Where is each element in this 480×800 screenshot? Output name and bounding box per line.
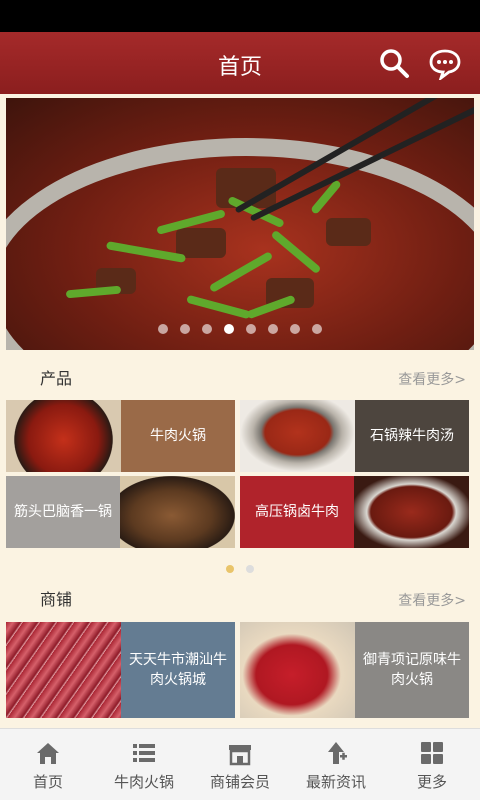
shops-more-link[interactable]: 查看更多> bbox=[398, 590, 466, 610]
tab-home[interactable]: 首页 bbox=[0, 729, 96, 800]
product-image bbox=[354, 476, 469, 548]
carousel-dot[interactable] bbox=[180, 324, 190, 334]
tab-label: 商铺会员 bbox=[209, 773, 270, 791]
carousel-dot[interactable] bbox=[268, 324, 278, 334]
shop-image bbox=[240, 622, 355, 718]
list-icon bbox=[133, 744, 155, 762]
carousel-dot[interactable] bbox=[202, 324, 212, 334]
shop-card[interactable]: 御青项记原味牛肉火锅 bbox=[240, 622, 469, 718]
carousel-dot[interactable] bbox=[290, 324, 300, 334]
shops-section-title: 商铺 bbox=[40, 590, 73, 609]
grid-icon bbox=[421, 742, 443, 764]
tab-label: 牛肉火锅 bbox=[113, 773, 174, 791]
tab-label: 最新资讯 bbox=[305, 773, 366, 791]
products-more-link[interactable]: 查看更多> bbox=[398, 369, 466, 389]
product-card[interactable]: 筋头巴脑香一锅 bbox=[6, 476, 235, 548]
product-label: 石锅辣牛肉汤 bbox=[355, 400, 469, 472]
shop-card[interactable]: 天天牛市潮汕牛肉火锅城 bbox=[6, 622, 235, 718]
product-card[interactable]: 石锅辣牛肉汤 bbox=[240, 400, 469, 472]
tab-label: 首页 bbox=[32, 773, 63, 791]
search-icon[interactable] bbox=[377, 46, 411, 80]
shop-label: 天天牛市潮汕牛肉火锅城 bbox=[121, 622, 235, 718]
product-label: 牛肉火锅 bbox=[121, 400, 235, 472]
product-image bbox=[240, 400, 355, 472]
carousel-dot[interactable] bbox=[246, 324, 256, 334]
status-bar bbox=[0, 0, 480, 32]
product-card[interactable]: 高压锅卤牛肉 bbox=[240, 476, 469, 548]
tab-beef-hotpot[interactable]: 牛肉火锅 bbox=[96, 729, 192, 800]
products-section-title: 产品 bbox=[40, 369, 73, 388]
product-label: 高压锅卤牛肉 bbox=[240, 476, 354, 548]
products-pager bbox=[0, 558, 480, 577]
bottom-tab-bar: 首页 牛肉火锅 商铺会员 最新资讯 更多 bbox=[0, 728, 480, 800]
product-label: 筋头巴脑香一锅 bbox=[6, 476, 120, 548]
app-header: 首页 bbox=[0, 32, 480, 94]
pager-dot[interactable] bbox=[246, 565, 254, 573]
carousel-dot[interactable] bbox=[312, 324, 322, 334]
pager-dot[interactable] bbox=[226, 565, 234, 573]
carousel-dot[interactable] bbox=[158, 324, 168, 334]
product-image bbox=[6, 400, 121, 472]
carousel-dot[interactable] bbox=[224, 324, 234, 334]
news-icon bbox=[328, 742, 347, 764]
message-icon[interactable] bbox=[428, 46, 462, 82]
banner-carousel[interactable] bbox=[6, 98, 474, 350]
store-icon bbox=[229, 745, 251, 766]
home-icon bbox=[37, 743, 59, 764]
tab-shop-members[interactable]: 商铺会员 bbox=[192, 729, 288, 800]
shop-label: 御青项记原味牛肉火锅 bbox=[355, 622, 469, 718]
carousel-indicators bbox=[6, 319, 474, 338]
tab-label: 更多 bbox=[416, 773, 447, 791]
tab-latest-news[interactable]: 最新资讯 bbox=[288, 729, 384, 800]
product-card[interactable]: 牛肉火锅 bbox=[6, 400, 235, 472]
product-image bbox=[120, 476, 235, 548]
shop-image bbox=[6, 622, 121, 718]
tab-more[interactable]: 更多 bbox=[384, 729, 480, 800]
